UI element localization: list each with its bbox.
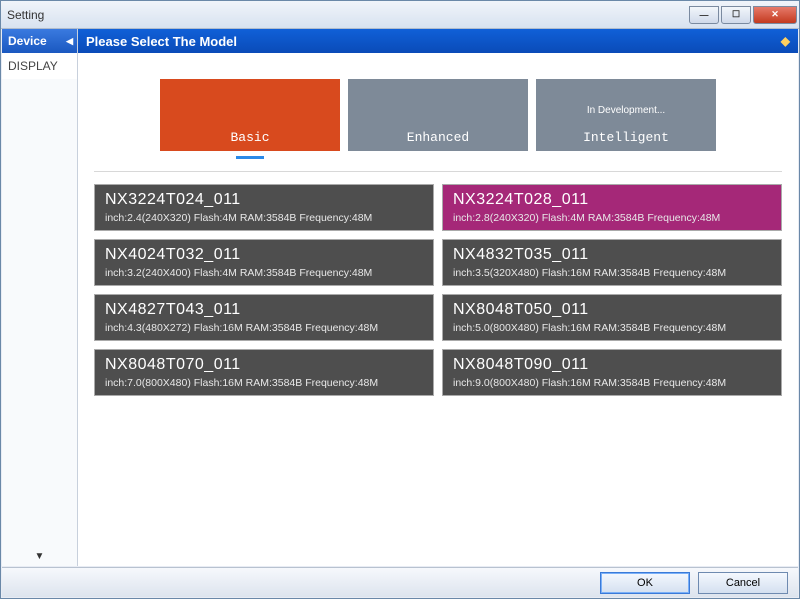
sidebar-header-label: Device [8,34,47,48]
main-header: Please Select The Model ◆ [78,29,798,53]
ok-button-label: OK [637,577,653,589]
ok-button[interactable]: OK [600,572,690,594]
model-specs: inch:7.0(800X480) Flash:16M RAM:3584B Fr… [105,377,423,389]
model-name: NX4827T043_011 [105,301,423,319]
separator [94,171,782,172]
model-card[interactable]: NX8048T050_011 inch:5.0(800X480) Flash:16… [442,294,782,341]
model-specs: inch:5.0(800X480) Flash:16M RAM:3584B Fr… [453,322,771,334]
model-card[interactable]: NX8048T070_011 inch:7.0(800X480) Flash:16… [94,349,434,396]
category-label: Intelligent [583,130,669,145]
minimize-button[interactable]: — [689,6,719,24]
chevron-down-icon: ▼ [35,551,45,562]
sidebar-item-display[interactable]: DISPLAY [2,53,77,79]
titlebar: Setting — ☐ ✕ [1,1,799,29]
cancel-button-label: Cancel [726,577,760,589]
category-label: Enhanced [407,130,469,145]
category-basic[interactable]: Basic [160,79,340,151]
sidebar-item-label: DISPLAY [8,59,58,73]
in-development-note: In Development... [536,105,716,116]
dialog-footer: OK Cancel [2,567,798,597]
model-specs: inch:2.8(240X320) Flash:4M RAM:3584B Fre… [453,212,771,224]
cube-icon: ◆ [781,34,790,48]
model-card[interactable]: NX8048T090_011 inch:9.0(800X480) Flash:16… [442,349,782,396]
category-enhanced[interactable]: Enhanced [348,79,528,151]
model-specs: inch:3.2(240X400) Flash:4M RAM:3584B Fre… [105,267,423,279]
sidebar: Device ◀ DISPLAY ▼ [2,29,78,566]
model-specs: inch:3.5(320X480) Flash:16M RAM:3584B Fr… [453,267,771,279]
model-name: NX8048T050_011 [453,301,771,319]
collapse-left-icon: ◀ [66,36,73,47]
category-label: Basic [230,130,269,145]
model-name: NX8048T070_011 [105,356,423,374]
cancel-button[interactable]: Cancel [698,572,788,594]
main-panel: Please Select The Model ◆ Basic Enhanced… [78,29,798,566]
model-card[interactable]: NX4024T032_011 inch:3.2(240X400) Flash:4M… [94,239,434,286]
model-specs: inch:4.3(480X272) Flash:16M RAM:3584B Fr… [105,322,423,334]
maximize-button[interactable]: ☐ [721,6,751,24]
sidebar-more-button[interactable]: ▼ [2,546,77,566]
model-name: NX4832T035_011 [453,246,771,264]
window-title: Setting [7,8,44,22]
sidebar-header[interactable]: Device ◀ [2,29,77,53]
model-card[interactable]: NX3224T024_011 inch:2.4(240X320) Flash:4M… [94,184,434,231]
model-card[interactable]: NX4832T035_011 inch:3.5(320X480) Flash:16… [442,239,782,286]
model-card[interactable]: NX3224T028_011 inch:2.8(240X320) Flash:4M… [442,184,782,231]
model-grid: NX3224T024_011 inch:2.4(240X320) Flash:4M… [94,184,782,412]
model-specs: inch:2.4(240X320) Flash:4M RAM:3584B Fre… [105,212,423,224]
active-underline [236,156,264,159]
model-name: NX3224T028_011 [453,191,771,209]
category-tabs: Basic Enhanced In Development... Intelli… [94,53,782,161]
settings-window: Setting — ☐ ✕ Device ◀ DISPLAY ▼ Please … [0,0,800,599]
model-name: NX3224T024_011 [105,191,423,209]
model-card[interactable]: NX4827T043_011 inch:4.3(480X272) Flash:16… [94,294,434,341]
close-button[interactable]: ✕ [753,6,797,24]
model-name: NX8048T090_011 [453,356,771,374]
content-area: Basic Enhanced In Development... Intelli… [78,53,798,566]
main-header-title: Please Select The Model [86,34,237,49]
model-name: NX4024T032_011 [105,246,423,264]
window-controls: — ☐ ✕ [689,6,799,24]
category-intelligent[interactable]: In Development... Intelligent [536,79,716,151]
model-specs: inch:9.0(800X480) Flash:16M RAM:3584B Fr… [453,377,771,389]
